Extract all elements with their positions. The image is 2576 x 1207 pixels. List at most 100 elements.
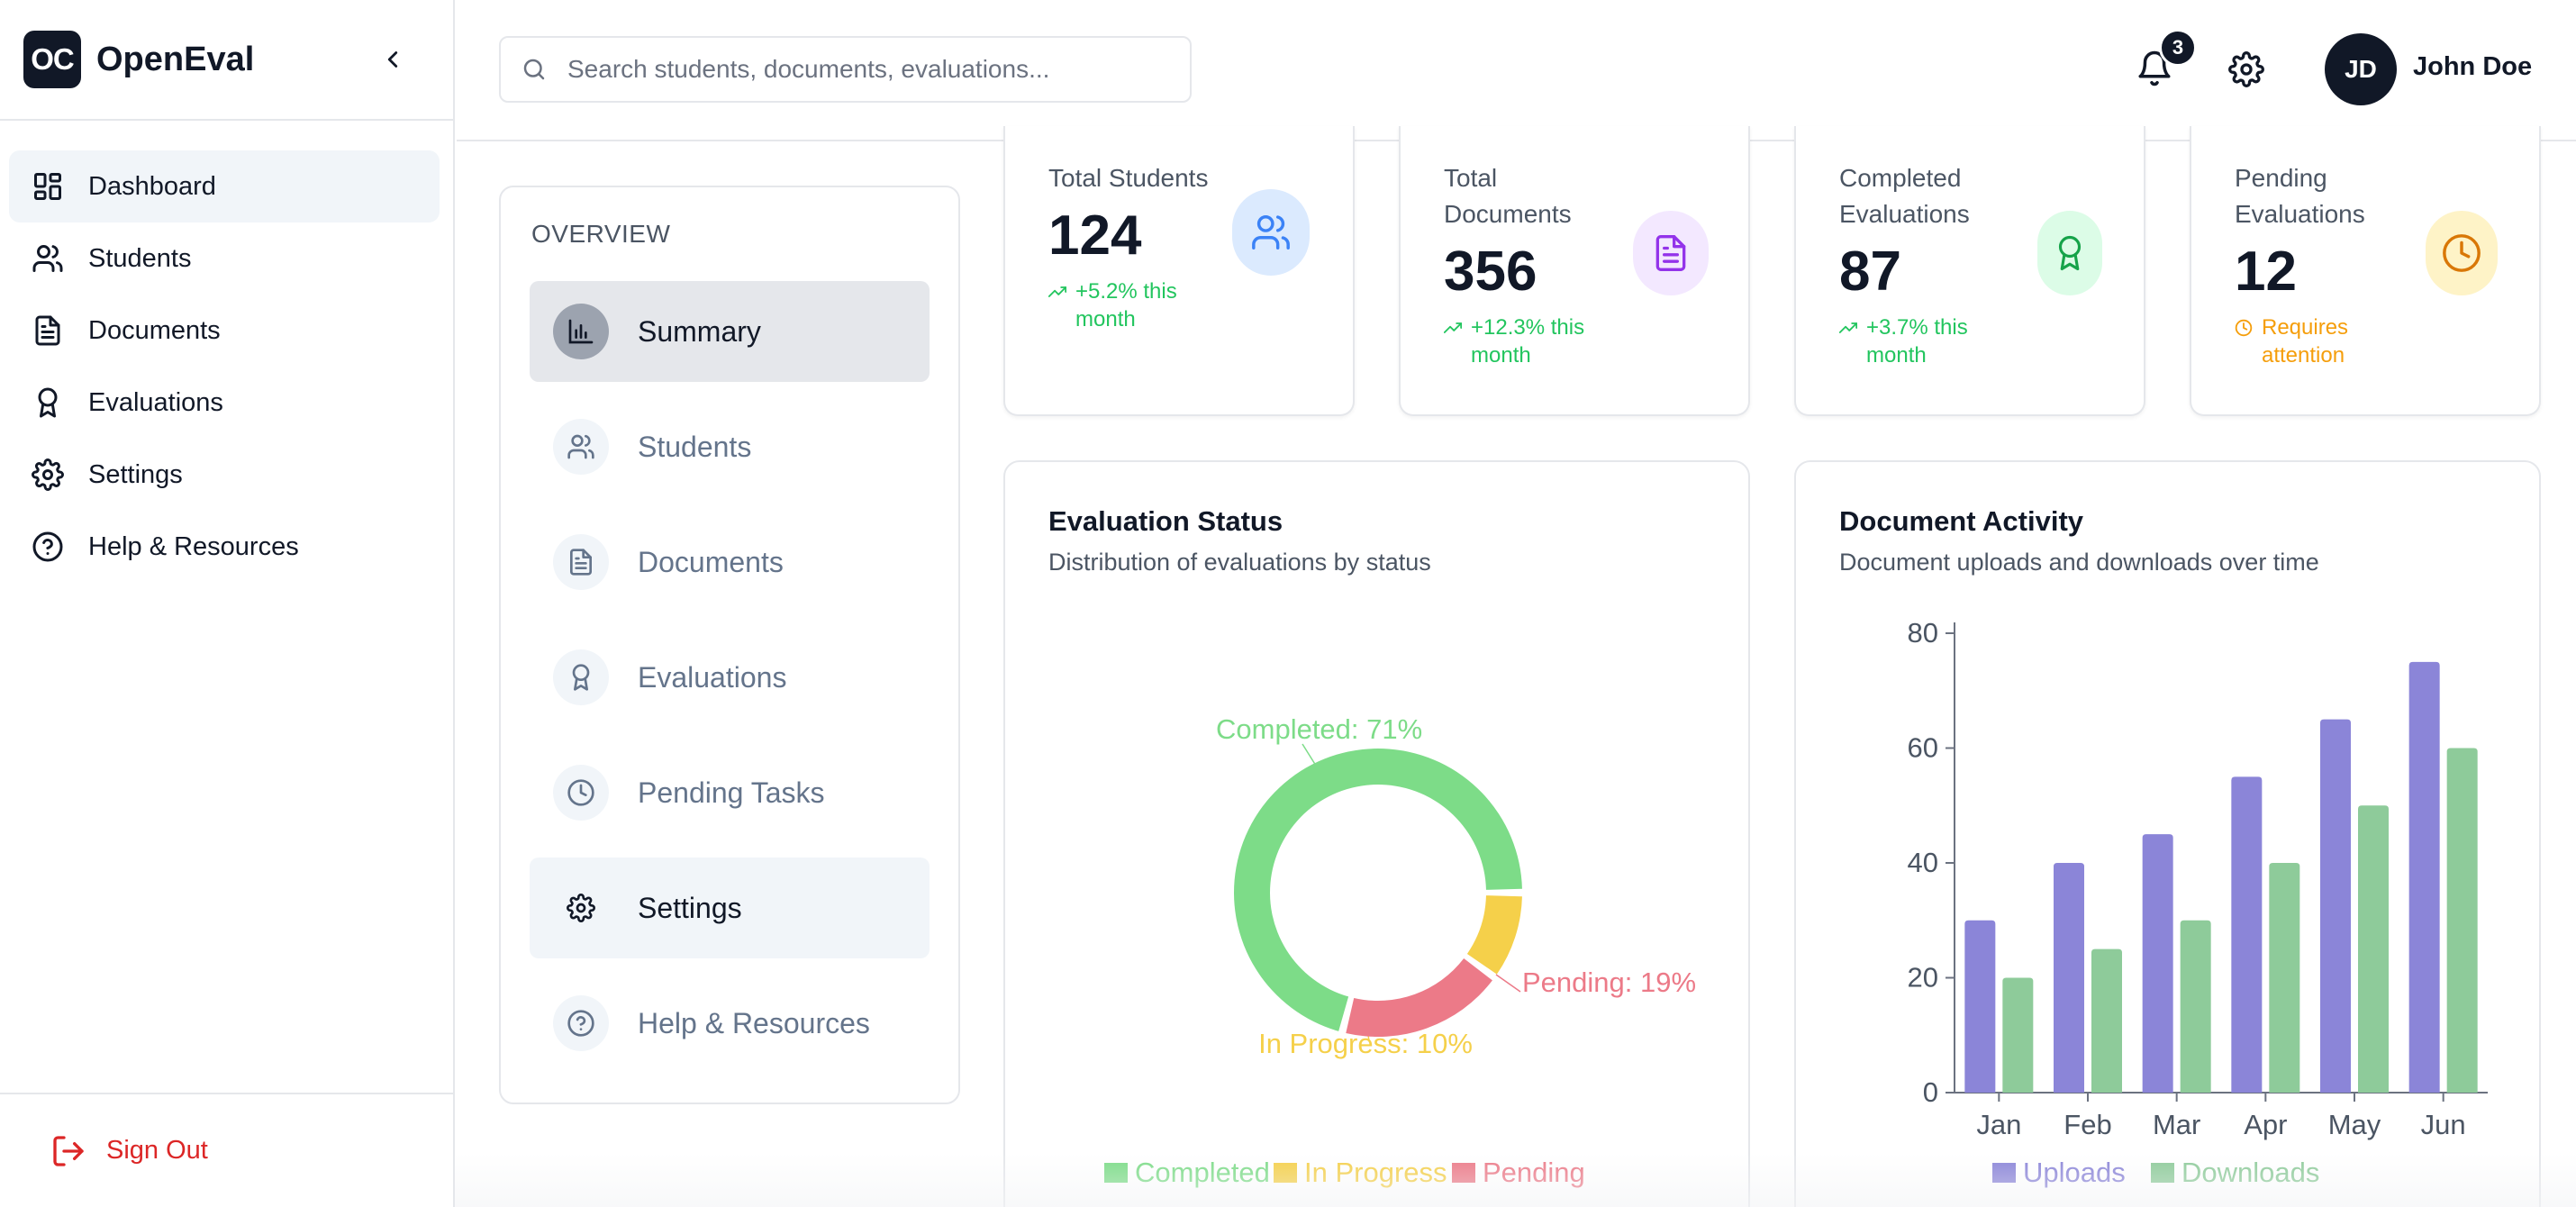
stat-trend-text: Requires attention <box>2262 315 2349 368</box>
trending-up-icon <box>1048 286 1066 297</box>
bar-downloads-mar <box>2180 920 2211 1093</box>
legend-label: Completed <box>1135 1157 1270 1188</box>
stat-title: Pending Evaluations <box>2235 164 2365 228</box>
top-header: 3 JD John Doe <box>457 0 2576 141</box>
donut-data-label: Pending: 19% <box>1522 967 1696 998</box>
help-circle-icon <box>31 530 65 564</box>
legend-label: Pending <box>1483 1157 1585 1188</box>
gear-icon <box>553 880 609 936</box>
x-tick-label: Apr <box>2244 1109 2287 1140</box>
x-tick-label: May <box>2328 1109 2381 1140</box>
user-name[interactable]: John Doe <box>2413 52 2532 82</box>
x-tick-label: Feb <box>2064 1109 2111 1140</box>
legend-label: Uploads <box>2023 1157 2126 1188</box>
avatar[interactable]: JD <box>2325 33 2397 105</box>
overview-item-label: Help & Resources <box>638 1006 870 1039</box>
award-icon <box>553 649 609 705</box>
sidebar-nav: Dashboard Students Documents Evaluations… <box>9 150 440 583</box>
overview-item-students[interactable]: Students <box>530 396 930 497</box>
stat-trend-text: +12.3% this month <box>1471 315 1585 368</box>
trending-up-icon <box>1444 322 1462 333</box>
file-text-icon <box>31 313 65 348</box>
stat-trend-text: +5.2% this month <box>1075 279 1177 331</box>
legend-swatch <box>2151 1163 2174 1183</box>
donut-data-label: Completed: 71% <box>1216 713 1422 745</box>
overview-item-settings[interactable]: Settings <box>530 858 930 958</box>
overview-item-documents[interactable]: Documents <box>530 512 930 613</box>
search-box[interactable] <box>499 36 1192 103</box>
stat-trend: +3.7% this month <box>1839 313 2001 369</box>
bar-uploads-mar <box>2142 834 2173 1093</box>
overview-item-label: Pending Tasks <box>638 776 825 809</box>
stat-card-total-documents[interactable]: Total Documents 356 +12.3% this month <box>1399 126 1750 416</box>
overview-item-label: Students <box>638 430 752 463</box>
overview-panel: OVERVIEW Summary Students Documents Eval… <box>499 186 960 1104</box>
users-icon <box>553 419 609 475</box>
stat-card-total-students[interactable]: Total Students 124 +5.2% this month <box>1003 126 1355 416</box>
bar-downloads-feb <box>2091 948 2122 1093</box>
bar-chart-icon <box>553 304 609 359</box>
sidebar-item-students[interactable]: Students <box>9 222 440 295</box>
document-activity-card: Document Activity Document uploads and d… <box>1794 460 2541 1207</box>
stat-trend-text: +3.7% this month <box>1866 315 1968 368</box>
sidebar-item-label: Documents <box>88 315 221 345</box>
evaluation-status-donut-chart: Completed: 71%In Progress: 10%Pending: 1… <box>1104 713 1696 1188</box>
bar-downloads-jun <box>2446 748 2478 1093</box>
sign-out-button[interactable]: Sign Out <box>0 1093 455 1207</box>
sidebar-item-documents[interactable]: Documents <box>9 295 440 367</box>
chevron-left-icon <box>387 51 398 68</box>
overview-item-pending-tasks[interactable]: Pending Tasks <box>530 742 930 843</box>
overview-item-help[interactable]: Help & Resources <box>530 973 930 1074</box>
notification-count-badge: 3 <box>2159 29 2197 67</box>
y-tick-label: 40 <box>1908 847 1938 878</box>
x-tick-label: Jan <box>1976 1109 2021 1140</box>
overview-title: OVERVIEW <box>531 220 671 248</box>
x-tick-label: Mar <box>2153 1109 2200 1140</box>
sign-out-label: Sign Out <box>106 1136 208 1165</box>
overview-item-label: Evaluations <box>638 660 787 694</box>
bar-uploads-feb <box>2054 863 2084 1093</box>
stat-card-completed-evaluations[interactable]: Completed Evaluations 87 +3.7% this mont… <box>1794 126 2145 416</box>
sidebar-item-evaluations[interactable]: Evaluations <box>9 367 440 439</box>
overview-item-evaluations[interactable]: Evaluations <box>530 627 930 728</box>
gear-icon <box>31 458 65 492</box>
stat-value: 12 <box>2235 240 2297 303</box>
donut-slice-in-progress <box>1466 895 1522 975</box>
stat-trend: +5.2% this month <box>1048 277 1211 333</box>
stat-trend: Requires attention <box>2235 313 2397 369</box>
overview-item-summary[interactable]: Summary <box>530 281 930 382</box>
sidebar-item-label: Evaluations <box>88 387 223 417</box>
search-input[interactable] <box>567 55 1144 84</box>
stat-value: 87 <box>1839 240 1901 303</box>
app-logo[interactable]: OC <box>23 31 81 88</box>
stat-trend: +12.3% this month <box>1444 313 1606 369</box>
trending-up-icon <box>1839 322 1857 333</box>
legend-swatch <box>1104 1163 1128 1183</box>
layout-dashboard-icon <box>31 169 65 204</box>
log-out-icon <box>50 1133 86 1169</box>
settings-button[interactable] <box>2224 47 2269 92</box>
donut-slice-pending <box>1346 958 1492 1037</box>
y-tick-label: 80 <box>1908 617 1938 649</box>
bar-uploads-jan <box>1964 920 1996 1093</box>
collapse-sidebar-button[interactable] <box>373 40 413 79</box>
legend-label: In Progress <box>1304 1157 1447 1188</box>
legend-swatch <box>1452 1163 1475 1183</box>
stat-card-pending-evaluations[interactable]: Pending Evaluations 12 Requires attentio… <box>2190 126 2541 416</box>
clock-icon <box>2426 211 2498 295</box>
sidebar-item-help[interactable]: Help & Resources <box>9 511 440 583</box>
donut-label-leader <box>1495 974 1521 993</box>
help-circle-icon <box>553 995 609 1051</box>
sidebar-item-dashboard[interactable]: Dashboard <box>9 150 440 222</box>
bar-uploads-may <box>2320 719 2351 1093</box>
sidebar-item-settings[interactable]: Settings <box>9 439 440 511</box>
overview-item-label: Settings <box>638 891 742 924</box>
stat-value: 124 <box>1048 204 1142 267</box>
stat-title: Completed Evaluations <box>1839 164 1970 228</box>
sidebar-item-label: Settings <box>88 459 183 489</box>
award-icon <box>2037 211 2102 295</box>
file-text-icon <box>1633 211 1709 295</box>
y-tick-label: 20 <box>1908 962 1938 994</box>
overview-item-label: Documents <box>638 545 784 578</box>
bar-uploads-jun <box>2408 661 2440 1093</box>
